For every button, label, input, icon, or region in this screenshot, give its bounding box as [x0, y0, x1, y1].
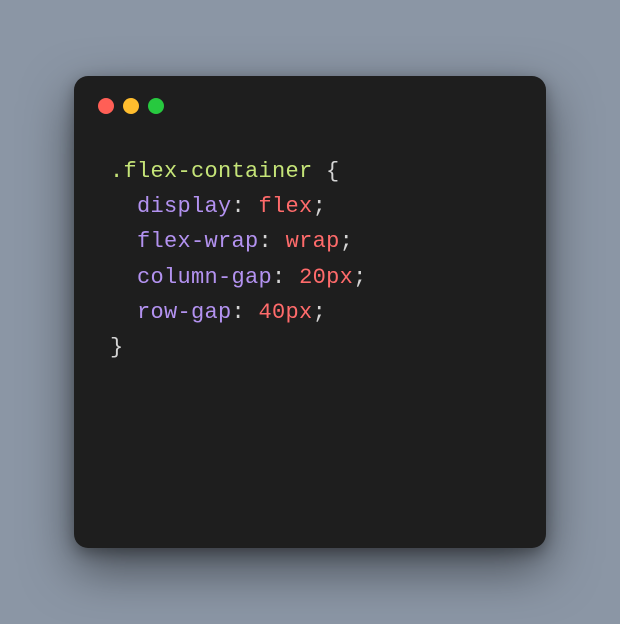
code-line-declaration: column-gap: 20px;	[110, 260, 516, 295]
css-property: row-gap	[137, 300, 232, 325]
minimize-icon[interactable]	[123, 98, 139, 114]
css-property: column-gap	[137, 265, 272, 290]
css-value: 20px	[299, 265, 353, 290]
css-property: flex-wrap	[137, 229, 259, 254]
window-titlebar	[74, 76, 546, 124]
close-icon[interactable]	[98, 98, 114, 114]
code-line-selector: .flex-container {	[110, 154, 516, 189]
code-window: .flex-container { display: flex; flex-wr…	[74, 76, 546, 548]
maximize-icon[interactable]	[148, 98, 164, 114]
css-property: display	[137, 194, 232, 219]
css-value: wrap	[286, 229, 340, 254]
css-selector: .flex-container	[110, 159, 313, 184]
code-line-declaration: display: flex;	[110, 189, 516, 224]
code-line-declaration: row-gap: 40px;	[110, 295, 516, 330]
close-brace: }	[110, 335, 124, 360]
css-value: 40px	[259, 300, 313, 325]
code-snippet: .flex-container { display: flex; flex-wr…	[74, 124, 546, 395]
open-brace: {	[313, 159, 340, 184]
code-line-declaration: flex-wrap: wrap;	[110, 224, 516, 259]
css-value: flex	[259, 194, 313, 219]
code-line-close: }	[110, 330, 516, 365]
